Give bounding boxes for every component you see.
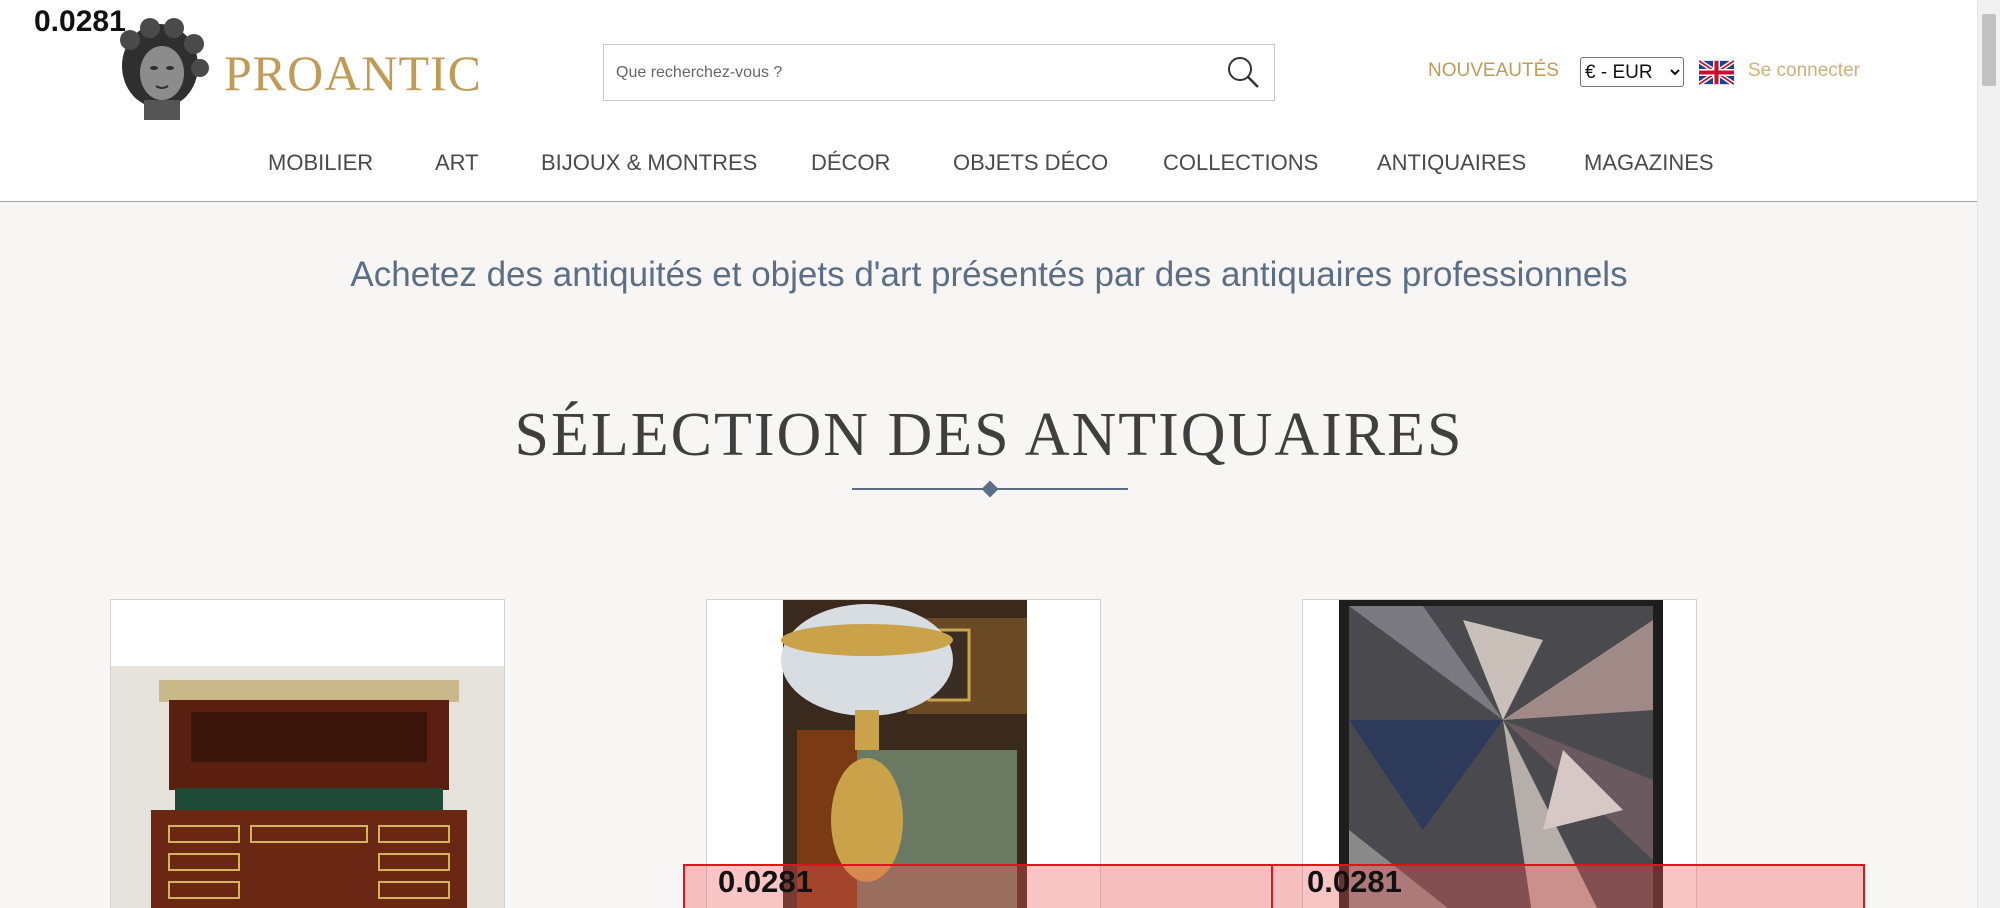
vertical-scrollbar[interactable] bbox=[1977, 0, 2000, 908]
currency-select[interactable]: € - EUR bbox=[1580, 57, 1684, 87]
title-divider-diamond bbox=[981, 480, 999, 498]
main-nav: MOBILIER ART BIJOUX & MONTRES DÉCOR OBJE… bbox=[0, 150, 1978, 180]
site-header: PROANTIC NOUVEAUTÉS € - EUR Se connecter… bbox=[0, 0, 1978, 202]
scrollbar-thumb[interactable] bbox=[1982, 14, 1996, 86]
brand-logo-text[interactable]: PROANTIC bbox=[224, 44, 482, 102]
new-arrivals-link[interactable]: NOUVEAUTÉS bbox=[1428, 60, 1559, 82]
browser-viewport: PROANTIC NOUVEAUTÉS € - EUR Se connecter… bbox=[0, 0, 2000, 908]
nav-item-collections[interactable]: COLLECTIONS bbox=[1163, 150, 1318, 176]
nav-item-art[interactable]: ART bbox=[435, 150, 479, 176]
search-icon[interactable] bbox=[1226, 55, 1260, 89]
search-bar bbox=[603, 44, 1275, 101]
score-badge: 0.0281 bbox=[718, 864, 813, 899]
cylinder-desk-image[interactable] bbox=[111, 600, 505, 908]
product-card[interactable] bbox=[1302, 599, 1697, 908]
product-card[interactable] bbox=[110, 599, 505, 908]
search-input[interactable] bbox=[604, 45, 1228, 100]
nav-item-antiquaires[interactable]: ANTIQUAIRES bbox=[1377, 150, 1526, 176]
nav-item-bijoux-montres[interactable]: BIJOUX & MONTRES bbox=[541, 150, 757, 176]
login-link[interactable]: Se connecter bbox=[1748, 60, 1860, 82]
abstract-panel-image[interactable] bbox=[1303, 600, 1697, 908]
nav-item-mobilier[interactable]: MOBILIER bbox=[268, 150, 373, 176]
uk-flag-icon[interactable] bbox=[1699, 60, 1734, 85]
product-card[interactable] bbox=[706, 599, 1101, 908]
score-badge-top: 0.0281 bbox=[34, 5, 126, 38]
page-tagline: Achetez des antiquités et objets d'art p… bbox=[350, 255, 1628, 294]
nav-item-objets-deco[interactable]: OBJETS DÉCO bbox=[953, 150, 1108, 176]
crystal-vase-image[interactable] bbox=[707, 600, 1101, 908]
nav-item-magazines[interactable]: MAGAZINES bbox=[1584, 150, 1714, 176]
section-title: SÉLECTION DES ANTIQUAIRES bbox=[514, 401, 1464, 469]
nav-item-decor[interactable]: DÉCOR bbox=[811, 150, 890, 176]
score-badge: 0.0281 bbox=[1307, 864, 1402, 899]
